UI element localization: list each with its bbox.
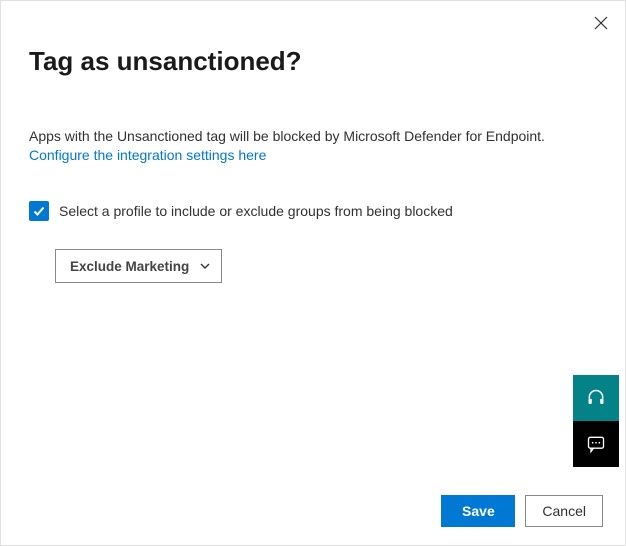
- dialog-footer: Save Cancel: [441, 495, 603, 527]
- save-button[interactable]: Save: [441, 495, 515, 527]
- feedback-button[interactable]: [573, 421, 619, 467]
- chat-icon: [586, 434, 606, 454]
- profile-checkbox[interactable]: [29, 201, 49, 221]
- profile-dropdown-label: Exclude Marketing: [70, 259, 189, 274]
- dialog-content: Tag as unsanctioned? Apps with the Unsan…: [1, 1, 625, 283]
- close-icon: [594, 16, 608, 30]
- dialog-title: Tag as unsanctioned?: [29, 46, 597, 77]
- close-button[interactable]: [591, 13, 611, 33]
- floating-actions: [573, 375, 619, 467]
- checkmark-icon: [32, 204, 46, 218]
- chevron-down-icon: [199, 260, 211, 272]
- headset-icon: [586, 388, 606, 408]
- profile-checkbox-row: Select a profile to include or exclude g…: [29, 201, 597, 221]
- support-button[interactable]: [573, 375, 619, 421]
- profile-dropdown[interactable]: Exclude Marketing: [55, 249, 222, 283]
- dialog-description: Apps with the Unsanctioned tag will be b…: [29, 127, 597, 145]
- profile-checkbox-label: Select a profile to include or exclude g…: [59, 203, 453, 219]
- configure-link[interactable]: Configure the integration settings here: [29, 147, 266, 163]
- cancel-button[interactable]: Cancel: [525, 495, 603, 527]
